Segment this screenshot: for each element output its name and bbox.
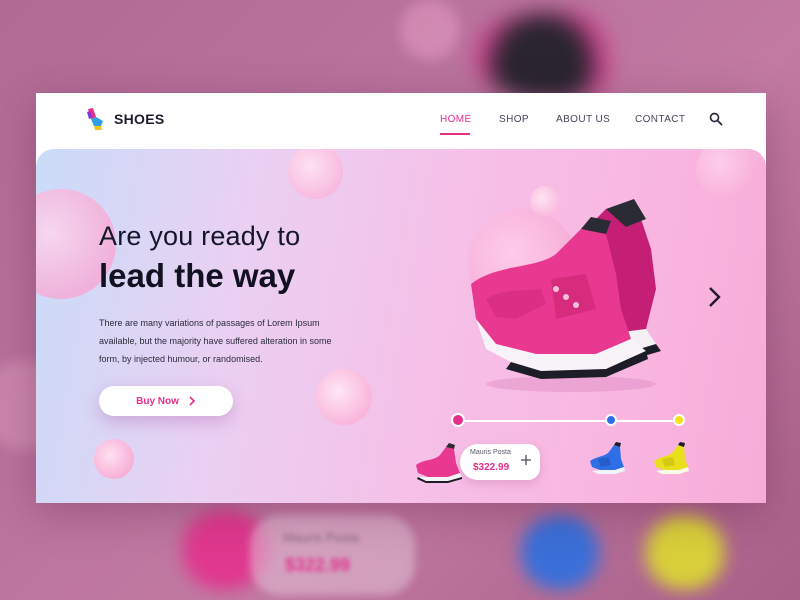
color-slider-track[interactable] xyxy=(464,420,678,422)
decor-bubble xyxy=(696,149,756,199)
brand-name: SHOES xyxy=(114,111,165,127)
hero-description: There are many variations of passages of… xyxy=(99,318,332,364)
featured-shoe-image xyxy=(471,199,661,392)
brand-logo[interactable]: SHOES xyxy=(84,107,165,131)
background-blurred-shoe xyxy=(470,10,630,100)
pink-shoe-thumbnail[interactable] xyxy=(412,439,464,483)
hero-headline-line2: lead the way xyxy=(99,257,296,294)
nav-item-home[interactable]: HOME xyxy=(440,114,472,125)
hero-section: Are you ready to lead the way There are … xyxy=(36,149,766,503)
background-blurred-shoe xyxy=(510,515,610,590)
color-option-blue[interactable] xyxy=(605,414,617,426)
decor-bubble xyxy=(94,439,134,479)
search-icon[interactable] xyxy=(709,112,723,126)
buy-now-button[interactable]: Buy Now xyxy=(99,386,233,416)
nav-item-contact[interactable]: CONTACT xyxy=(635,114,685,125)
color-option-yellow[interactable] xyxy=(673,414,685,426)
background-blurred-product-name: Mauris Posta xyxy=(283,530,359,545)
color-option-pink[interactable] xyxy=(451,413,465,427)
background-blurred-product-price: $322.99 xyxy=(285,555,351,575)
shoe-logo-icon xyxy=(87,108,103,130)
decor-bubble xyxy=(316,369,372,425)
navbar: SHOES HOME SHOP ABOUT US CONTACT xyxy=(36,93,766,149)
product-name: Mauris Posta xyxy=(470,449,511,456)
nav-active-indicator xyxy=(440,133,470,135)
product-price: $322.99 xyxy=(473,462,510,473)
nav-item-about-us[interactable]: ABOUT US xyxy=(556,114,610,125)
chevron-right-icon xyxy=(189,396,196,406)
decor-bubble xyxy=(288,149,343,199)
blue-shoe-thumbnail[interactable] xyxy=(587,439,627,477)
hero-headline-line1: Are you ready to xyxy=(99,221,301,251)
landing-page-card: SHOES HOME SHOP ABOUT US CONTACT Are you… xyxy=(36,93,766,503)
background-blurred-shoe xyxy=(635,515,735,590)
yellow-shoe-thumbnail[interactable] xyxy=(651,439,691,477)
buy-now-label: Buy Now xyxy=(136,395,179,407)
next-slide-chevron-right-icon[interactable] xyxy=(704,284,724,310)
plus-icon[interactable] xyxy=(520,454,532,466)
background-bubble xyxy=(400,0,460,60)
nav-item-shop[interactable]: SHOP xyxy=(499,114,529,125)
